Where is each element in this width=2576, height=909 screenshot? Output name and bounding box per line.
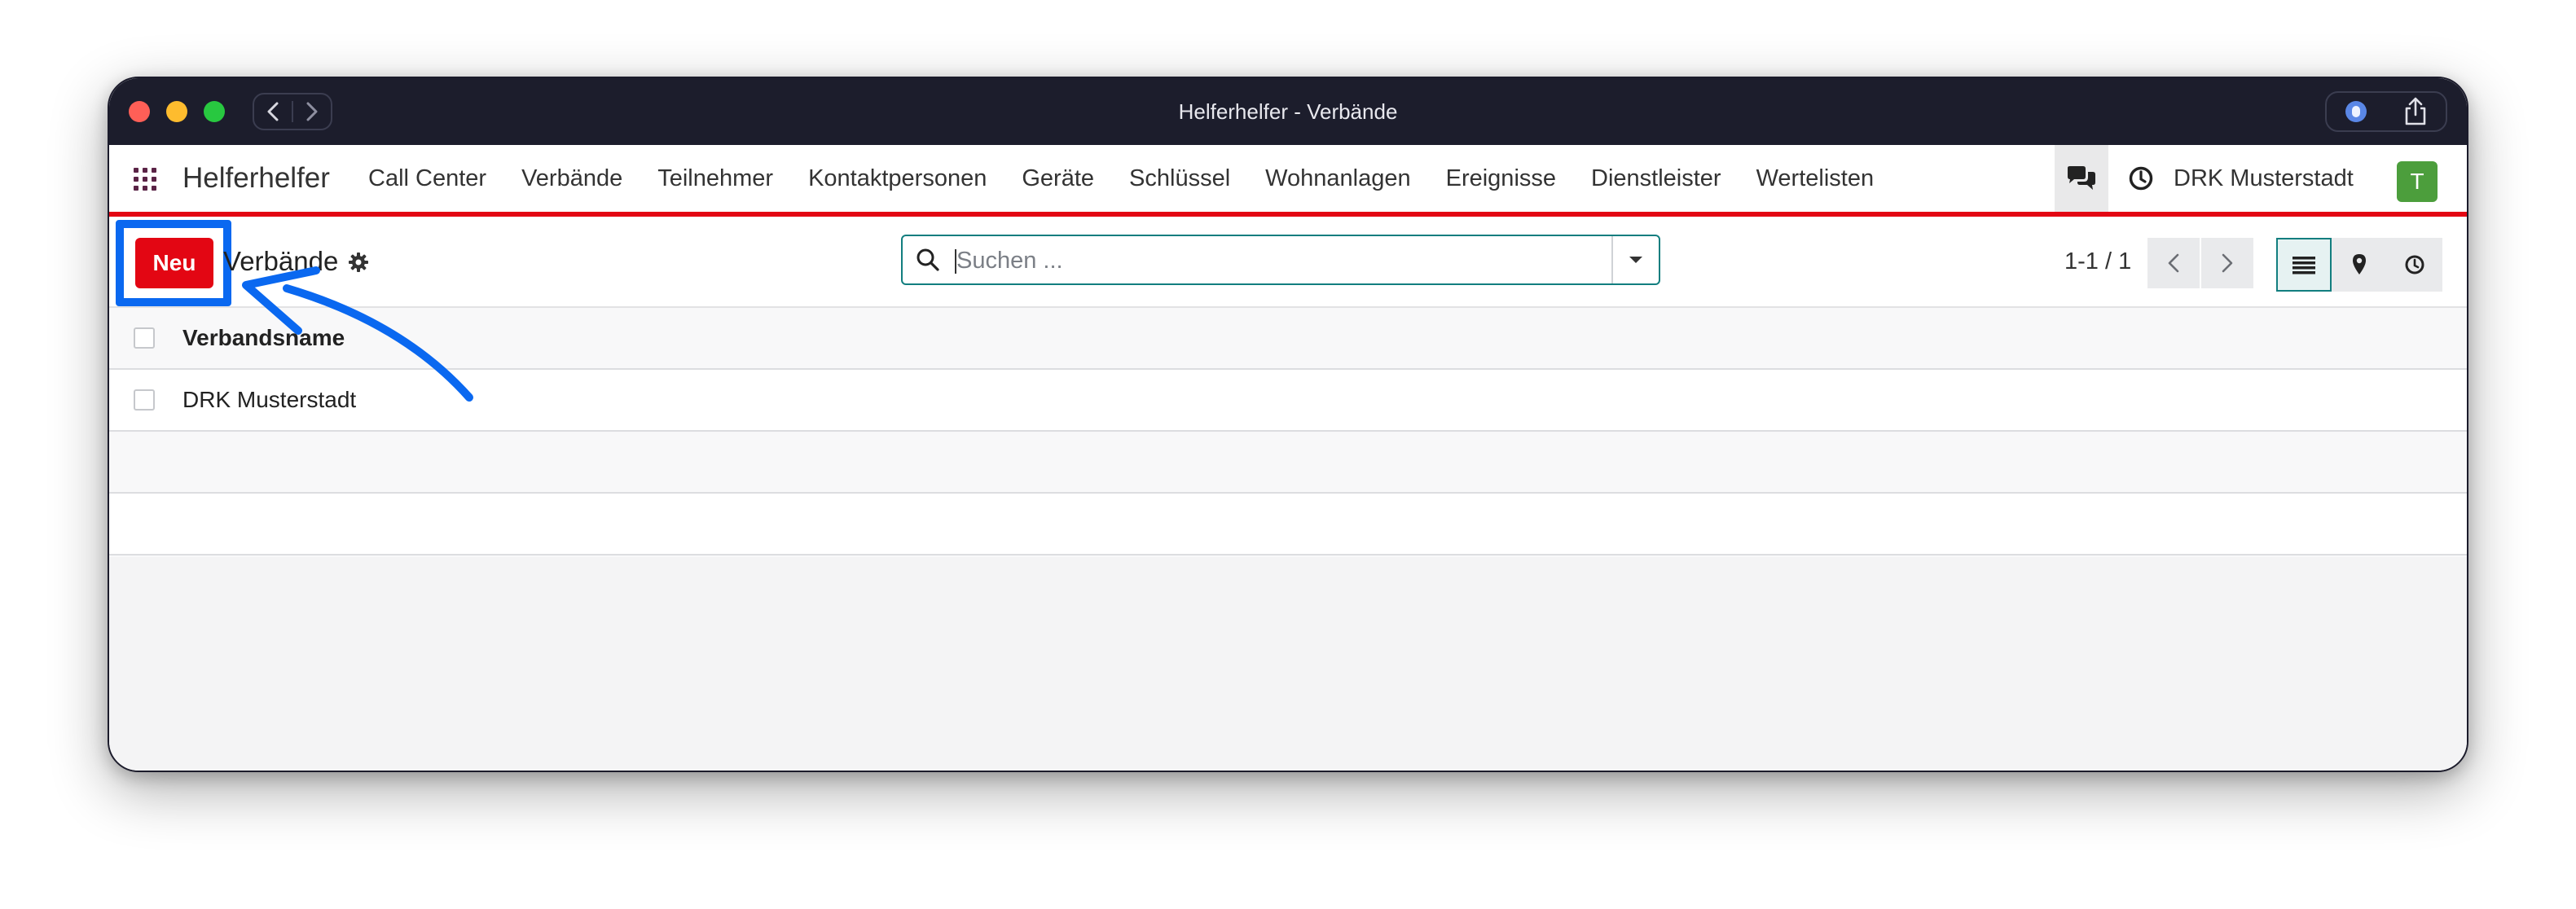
menu-item-dienstleister[interactable]: Dienstleister <box>1591 165 1721 192</box>
window-title: Helferhelfer - Verbände <box>1178 99 1398 124</box>
menu-item-geraete[interactable]: Geräte <box>1022 165 1094 192</box>
apps-menu-icon[interactable] <box>134 168 156 191</box>
menu-item-verbaende[interactable]: Verbände <box>521 165 622 192</box>
empty-row <box>109 432 2467 494</box>
menu-item-wohnanlagen[interactable]: Wohnanlagen <box>1265 165 1410 192</box>
column-header-verbandsname[interactable]: Verbandsname <box>182 308 345 368</box>
list-view-button[interactable] <box>2276 238 2332 292</box>
pager-value[interactable]: 1-1 / 1 <box>2064 217 2131 306</box>
chevron-left-icon <box>2168 253 2179 273</box>
company-switcher[interactable]: DRK Musterstadt <box>2174 145 2354 212</box>
menu-item-schluessel[interactable]: Schlüssel <box>1129 165 1230 192</box>
row-checkbox[interactable] <box>134 389 155 411</box>
messaging-button[interactable] <box>2055 145 2108 212</box>
search-icon <box>917 248 939 271</box>
pager-next-button[interactable] <box>2201 238 2253 288</box>
search-options-toggle[interactable] <box>1611 236 1659 283</box>
clock-icon <box>2405 255 2424 274</box>
list-empty-area <box>109 557 2467 771</box>
gear-icon[interactable] <box>347 251 370 274</box>
view-switcher <box>2276 238 2442 292</box>
main-menu: Call Center Verbände Teilnehmer Kontaktp… <box>368 145 1909 212</box>
control-panel: Neu Verbände 1-1 / 1 <box>109 217 2467 308</box>
title-bar: Helferhelfer - Verbände <box>109 78 2467 145</box>
app-brand[interactable]: Helferhelfer <box>182 145 330 212</box>
menu-item-wertelisten[interactable]: Wertelisten <box>1756 165 1875 192</box>
caret-down-icon <box>1629 257 1642 263</box>
new-button[interactable]: Neu <box>135 238 213 288</box>
activity-view-button[interactable] <box>2387 238 2442 292</box>
user-avatar[interactable]: T <box>2397 161 2438 202</box>
browser-window: Helferhelfer - Verbände Helferhelfer Cal… <box>108 77 2468 772</box>
table-header-row: Verbandsname <box>109 308 2467 370</box>
map-marker-icon <box>2353 254 2366 274</box>
page-title: Verbände <box>223 246 339 276</box>
text-cursor <box>955 249 956 274</box>
menu-item-teilnehmer[interactable]: Teilnehmer <box>657 165 773 192</box>
chevron-right-icon <box>2222 253 2233 273</box>
empty-row <box>109 494 2467 556</box>
titlebar-actions <box>2325 91 2447 132</box>
password-manager-icon[interactable] <box>2345 101 2367 122</box>
pager-previous-button[interactable] <box>2147 238 2200 288</box>
map-view-button[interactable] <box>2332 238 2387 292</box>
app-navbar: Helferhelfer Call Center Verbände Teilne… <box>109 145 2467 217</box>
menu-item-kontaktpersonen[interactable]: Kontaktpersonen <box>808 165 987 192</box>
share-icon[interactable] <box>2403 97 2428 126</box>
search-input[interactable] <box>955 241 1610 280</box>
row-verbandsname[interactable]: DRK Musterstadt <box>182 370 356 430</box>
clock-icon <box>2129 166 2153 191</box>
pager-buttons <box>2147 238 2253 288</box>
list-icon <box>2292 257 2315 274</box>
menu-item-ereignisse[interactable]: Ereignisse <box>1446 165 1556 192</box>
search-bar <box>901 235 1660 285</box>
activity-button[interactable] <box>2125 145 2157 212</box>
table-row[interactable]: DRK Musterstadt <box>109 370 2467 432</box>
chat-icon <box>2068 166 2095 190</box>
menu-item-call-center[interactable]: Call Center <box>368 165 486 192</box>
select-all-checkbox[interactable] <box>134 327 155 349</box>
